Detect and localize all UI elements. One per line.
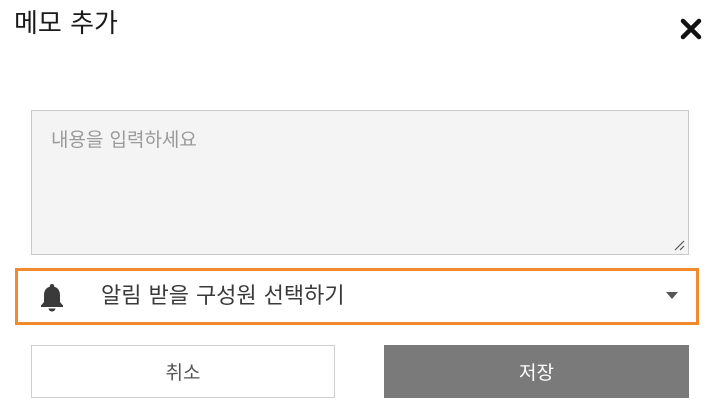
close-button[interactable] [676, 14, 706, 44]
close-icon [680, 18, 702, 40]
select-label: 알림 받을 구성원 선택하기 [101, 284, 345, 309]
chevron-down-icon [666, 292, 678, 299]
save-button[interactable]: 저장 [384, 345, 689, 398]
notify-member-select[interactable]: 알림 받을 구성원 선택하기 [15, 268, 699, 325]
memo-textarea[interactable] [32, 111, 688, 254]
add-memo-dialog: 메모 추가 알림 받을 구성원 선택하기 취소 저장 [0, 0, 715, 415]
dialog-title: 메모 추가 [14, 9, 118, 39]
cancel-button[interactable]: 취소 [31, 345, 335, 398]
bell-icon [41, 284, 63, 312]
memo-textarea-container [31, 110, 689, 255]
resize-handle-icon[interactable] [673, 239, 685, 251]
